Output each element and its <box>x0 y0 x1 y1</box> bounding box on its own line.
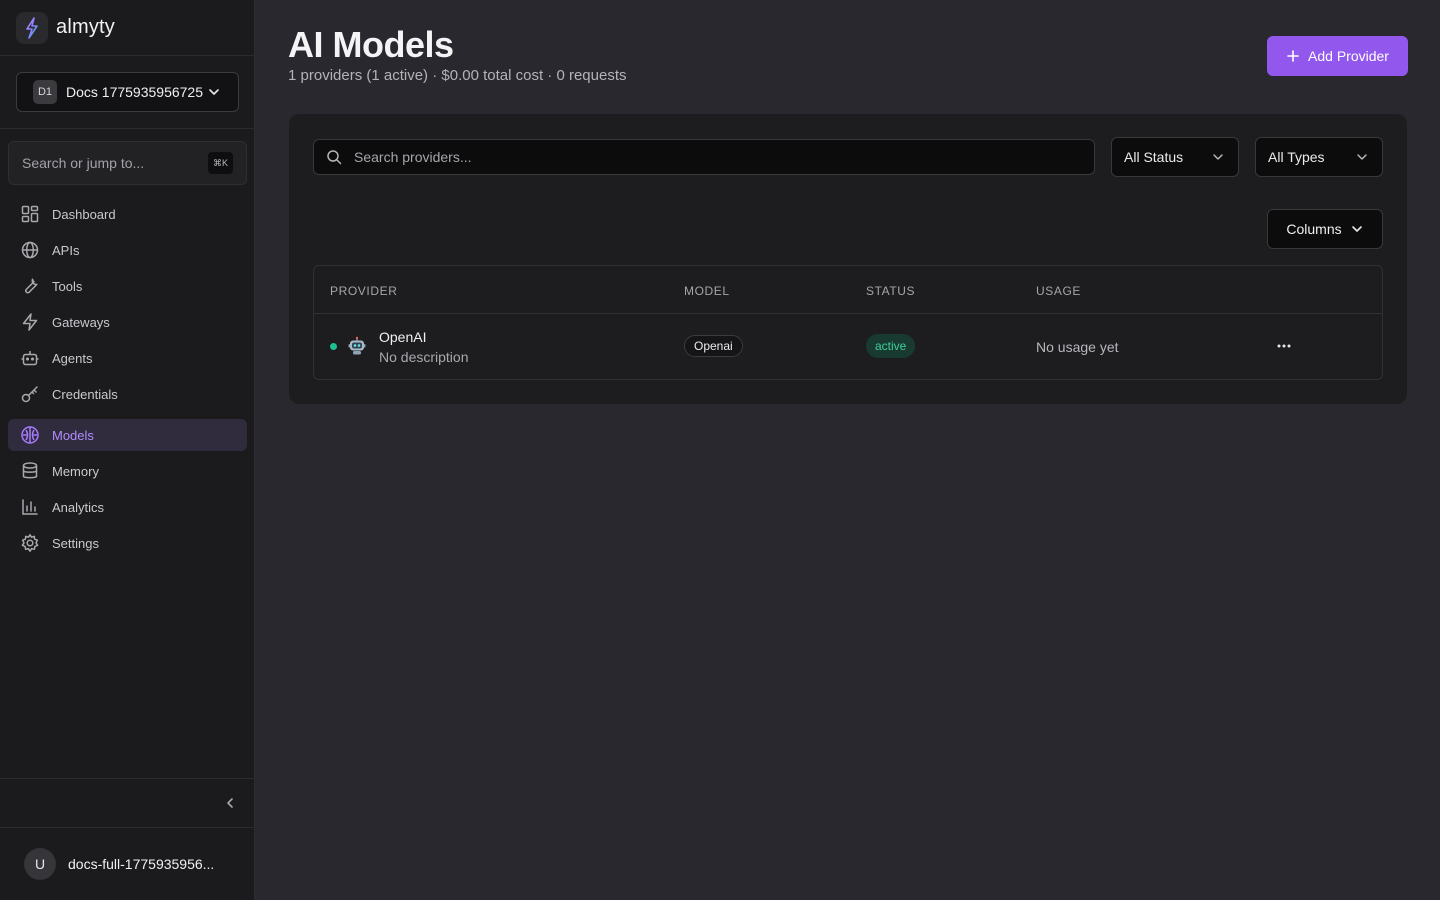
chevron-down-icon <box>1355 150 1369 164</box>
status-filter-select[interactable]: All Status <box>1111 137 1239 177</box>
sidebar-item-label: Settings <box>52 535 99 551</box>
type-filter-value: All Types <box>1268 149 1325 165</box>
sidebar-item-label: Agents <box>52 350 93 366</box>
key-icon <box>20 384 40 404</box>
brand[interactable]: almyty <box>0 0 254 56</box>
add-provider-button[interactable]: Add Provider <box>1267 36 1408 76</box>
wrench-icon <box>20 276 40 296</box>
org-avatar: D1 <box>33 80 57 104</box>
ellipsis-icon <box>1277 344 1291 348</box>
user-name: docs-full-1775935956... <box>68 856 215 872</box>
sidebar-item-agents[interactable]: Agents <box>8 342 247 374</box>
sidebar-item-analytics[interactable]: Analytics <box>8 491 247 523</box>
sidebar-search[interactable]: Search or jump to... ⌘K <box>8 141 247 185</box>
globe-icon <box>20 240 40 260</box>
chevron-down-icon <box>1211 150 1225 164</box>
dashboard-grid-icon <box>20 204 40 224</box>
sidebar-item-credentials[interactable]: Credentials <box>8 378 247 410</box>
shortcut-badge: ⌘K <box>208 152 233 174</box>
add-provider-label: Add Provider <box>1308 48 1389 64</box>
sidebar-item-label: Tools <box>52 278 83 294</box>
search-input[interactable] <box>354 149 1054 165</box>
sidebar-item-gateways[interactable]: Gateways <box>8 306 247 338</box>
status-filter-value: All Status <box>1124 149 1184 165</box>
sidebar-search-placeholder: Search or jump to... <box>22 155 145 171</box>
sidebar-footer-bar <box>0 778 255 828</box>
table-header: PROVIDER MODEL STATUS USAGE <box>314 266 1382 314</box>
chevron-left-icon <box>227 798 233 808</box>
sidebar-item-label: Analytics <box>52 499 105 515</box>
provider-description: No description <box>379 349 469 365</box>
status-badge: active <box>866 334 916 358</box>
search-icon <box>326 149 342 165</box>
column-header-model[interactable]: MODEL <box>684 284 730 298</box>
user-menu[interactable]: U docs-full-1775935956... <box>24 848 228 880</box>
brain-icon <box>20 425 40 445</box>
chevron-down-icon <box>207 85 221 99</box>
gear-icon <box>20 533 40 553</box>
avatar: U <box>24 848 56 880</box>
sidebar-item-models[interactable]: Models <box>8 419 247 451</box>
column-header-usage[interactable]: USAGE <box>1036 284 1081 298</box>
more-actions-button[interactable] <box>1276 338 1292 354</box>
sidebar-item-label: Models <box>52 427 94 443</box>
org-name: Docs 1775935956725 <box>66 84 204 100</box>
status-dot <box>330 343 337 350</box>
bot-icon <box>20 348 40 368</box>
page-title: AI Models <box>288 24 454 65</box>
column-header-status[interactable]: STATUS <box>866 284 915 298</box>
type-filter-select[interactable]: All Types <box>1255 137 1383 177</box>
columns-button[interactable]: Columns <box>1267 209 1383 249</box>
provider-search[interactable] <box>313 139 1095 175</box>
providers-card: All Status All Types Columns PROVIDER MO… <box>289 114 1407 404</box>
usage-text: No usage yet <box>1036 339 1119 355</box>
bar-chart-icon <box>20 497 40 517</box>
sidebar-nav: Dashboard APIs Tools Gateways Agents Cre… <box>8 198 247 563</box>
column-header-provider[interactable]: PROVIDER <box>330 284 397 298</box>
database-icon <box>20 461 40 481</box>
zap-icon <box>20 312 40 332</box>
sidebar-item-apis[interactable]: APIs <box>8 234 247 266</box>
table-row[interactable]: OpenAI No description Openai active No u… <box>314 314 1382 379</box>
sidebar-item-label: Gateways <box>52 314 110 330</box>
org-switcher[interactable]: D1 Docs 1775935956725 <box>16 72 239 112</box>
sidebar-item-dashboard[interactable]: Dashboard <box>8 198 247 230</box>
providers-table: PROVIDER MODEL STATUS USAGE OpenAI No de… <box>313 265 1383 380</box>
collapse-sidebar-button[interactable] <box>223 796 237 810</box>
sidebar-item-settings[interactable]: Settings <box>8 527 247 559</box>
model-badge: Openai <box>684 335 743 357</box>
brand-name: almyty <box>56 16 115 38</box>
sidebar-item-label: APIs <box>52 242 80 258</box>
sidebar-item-memory[interactable]: Memory <box>8 455 247 487</box>
sidebar: almyty D1 Docs 1775935956725 Search or j… <box>0 0 255 900</box>
sidebar-item-tools[interactable]: Tools <box>8 270 247 302</box>
chevron-down-icon <box>1350 222 1364 236</box>
sidebar-item-label: Memory <box>52 463 99 479</box>
plus-icon <box>1286 49 1300 63</box>
page-subtitle: 1 providers (1 active) · $0.00 total cos… <box>288 67 627 84</box>
sidebar-item-label: Credentials <box>52 386 118 402</box>
columns-label: Columns <box>1286 221 1342 237</box>
bolt-logo-icon <box>16 11 48 44</box>
robot-icon <box>347 336 367 356</box>
provider-name[interactable]: OpenAI <box>379 329 426 345</box>
sidebar-item-label: Dashboard <box>52 206 116 222</box>
